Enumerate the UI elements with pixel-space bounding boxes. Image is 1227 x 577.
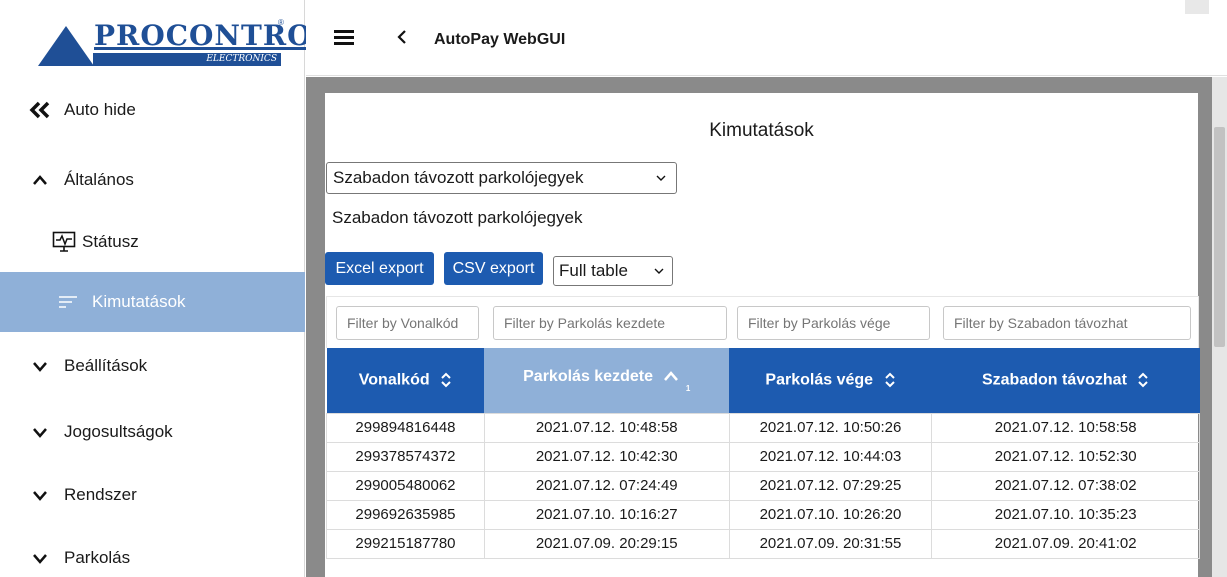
sidebar: PROCONTROL ® ELECTRONICS Auto hide Által…: [0, 0, 332, 577]
filter-row: [326, 296, 1199, 348]
cell-szabadon-tavozhat: 2021.07.12. 10:58:58: [931, 412, 1200, 443]
cell-szabadon-tavozhat: 2021.07.12. 07:38:02: [931, 470, 1200, 501]
cell-parkolas-vege: 2021.07.09. 20:31:55: [728, 528, 933, 559]
cell-parkolas-kezdete: 2021.07.09. 20:29:15: [483, 528, 730, 559]
cell-parkolas-vege: 2021.07.12. 10:50:26: [728, 412, 933, 443]
double-chevron-left-icon: [28, 101, 52, 119]
sidebar-item-kimutatasok[interactable]: Kimutatások: [0, 272, 305, 332]
sidebar-item-statusz[interactable]: Státusz: [0, 212, 305, 272]
column-header-vonalkod[interactable]: Vonalkód: [326, 348, 485, 413]
sidebar-item-label: Kimutatások: [92, 292, 186, 311]
logo-subtitle: ELECTRONICS: [93, 53, 281, 66]
sidebar-item-parkolas[interactable]: Parkolás: [0, 528, 305, 577]
sidebar-item-label: Státusz: [82, 232, 139, 251]
filter-parkolas-vege-input[interactable]: [737, 306, 930, 340]
cell-vonalkod: 299215187780: [326, 528, 485, 559]
logo-triangle-icon: [38, 26, 94, 66]
table-row[interactable]: 299215187780 2021.07.09. 20:29:15 2021.0…: [326, 528, 1200, 559]
sidebar-item-rendszer[interactable]: Rendszer: [0, 465, 305, 525]
sort-unsorted-icon: [1137, 370, 1149, 391]
column-header-label: Vonalkód: [358, 371, 430, 389]
report-card: Kimutatások Szabadon távozott parkolójeg…: [325, 93, 1200, 577]
cell-vonalkod: 299894816448: [326, 412, 485, 443]
column-header-szabadon-tavozhat[interactable]: Szabadon távozhat: [931, 348, 1200, 413]
window-corner: [1185, 0, 1209, 14]
column-header-label: Szabadon távozhat: [981, 371, 1127, 389]
sidebar-item-jogosultsagok[interactable]: Jogosultságok: [0, 402, 305, 462]
scrollbar-thumb[interactable]: [1214, 127, 1225, 347]
cell-vonalkod: 299005480062: [326, 470, 485, 501]
filter-vonalkod-input[interactable]: [336, 306, 479, 340]
cell-parkolas-vege: 2021.07.12. 07:29:25: [728, 470, 933, 501]
report-type-value: Szabadon távozott parkolójegyek: [333, 168, 584, 187]
cell-parkolas-vege: 2021.07.12. 10:44:03: [728, 441, 933, 472]
table-row[interactable]: 299378574372 2021.07.12. 10:42:30 2021.0…: [326, 441, 1200, 472]
sidebar-item-beallitasok[interactable]: Beállítások: [0, 336, 305, 396]
export-scope-value: Full table: [559, 261, 628, 280]
column-header-parkolas-kezdete[interactable]: Parkolás kezdete 1: [484, 348, 730, 413]
sidebar-item-label: Általános: [64, 170, 134, 189]
page-title: Kimutatások: [709, 120, 814, 141]
sidebar-item-label: Parkolás: [64, 548, 131, 567]
cell-parkolas-kezdete: 2021.07.12. 07:24:49: [483, 470, 730, 501]
app-root: PROCONTROL ® ELECTRONICS Auto hide Által…: [0, 0, 1227, 577]
sidebar-item-auto-hide[interactable]: Auto hide: [0, 80, 305, 140]
chevron-down-icon: [654, 264, 664, 278]
table-row[interactable]: 299894816448 2021.07.12. 10:48:58 2021.0…: [326, 412, 1200, 443]
chevron-down-icon: [28, 426, 52, 438]
sidebar-item-label: Jogosultságok: [64, 422, 173, 441]
sort-unsorted-icon: [884, 370, 896, 391]
sidebar-item-label: Rendszer: [64, 485, 137, 504]
csv-export-button[interactable]: CSV export: [444, 252, 543, 285]
sort-unsorted-icon: [440, 370, 452, 391]
cell-vonalkod: 299692635985: [326, 499, 485, 530]
sort-ascending-icon: [663, 370, 679, 383]
hamburger-menu-icon[interactable]: [334, 30, 354, 46]
cell-parkolas-kezdete: 2021.07.12. 10:42:30: [483, 441, 730, 472]
logo-name: PROCONTROL: [94, 19, 334, 52]
app-title: AutoPay WebGUI: [434, 31, 566, 48]
vertical-scrollbar[interactable]: [1212, 77, 1227, 577]
sidebar-item-label: Beállítások: [64, 356, 148, 375]
table-row[interactable]: 299692635985 2021.07.10. 10:16:27 2021.0…: [326, 499, 1200, 530]
cell-vonalkod: 299378574372: [326, 441, 485, 472]
report-table: Vonalkód Parkolás kezdete 1 Parkolás vég…: [326, 348, 1200, 559]
cell-parkolas-kezdete: 2021.07.10. 10:16:27: [483, 499, 730, 530]
column-header-label: Parkolás vége: [765, 371, 874, 389]
column-header-label: Parkolás kezdete: [523, 367, 653, 385]
cell-parkolas-vege: 2021.07.10. 10:26:20: [728, 499, 933, 530]
report-name: Szabadon távozott parkolójegyek: [332, 208, 583, 227]
filter-parkolas-kezdete-input[interactable]: [493, 306, 727, 340]
cell-szabadon-tavozhat: 2021.07.12. 10:52:30: [931, 441, 1200, 472]
procontrol-logo[interactable]: PROCONTROL ® ELECTRONICS: [38, 18, 332, 68]
chevron-down-icon: [28, 489, 52, 501]
excel-export-button[interactable]: Excel export: [325, 252, 434, 285]
cell-szabadon-tavozhat: 2021.07.09. 20:41:02: [931, 528, 1200, 559]
filter-szabadon-tavozhat-input[interactable]: [943, 306, 1191, 340]
chevron-up-icon: [28, 174, 52, 186]
table-header-row: Vonalkód Parkolás kezdete 1 Parkolás vég…: [326, 348, 1200, 413]
export-scope-select[interactable]: Full table: [553, 256, 673, 286]
list-lines-icon: [56, 295, 80, 309]
sidebar-item-label: Auto hide: [64, 100, 136, 119]
back-icon[interactable]: [396, 28, 408, 49]
sort-order-number: 1: [685, 383, 691, 393]
logo-registered-mark: ®: [278, 18, 284, 27]
monitor-pulse-icon: [52, 231, 76, 253]
cell-parkolas-kezdete: 2021.07.12. 10:48:58: [483, 412, 730, 443]
table-row[interactable]: 299005480062 2021.07.12. 07:24:49 2021.0…: [326, 470, 1200, 501]
top-bar: AutoPay WebGUI: [306, 0, 1227, 76]
column-header-parkolas-vege[interactable]: Parkolás vége: [729, 348, 932, 413]
cell-szabadon-tavozhat: 2021.07.10. 10:35:23: [931, 499, 1200, 530]
sidebar-item-altalanos[interactable]: Általános: [0, 150, 305, 210]
chevron-down-icon: [28, 360, 52, 372]
chevron-down-icon: [656, 171, 666, 185]
report-type-select[interactable]: Szabadon távozott parkolójegyek: [326, 162, 677, 194]
chevron-down-icon: [28, 552, 52, 564]
